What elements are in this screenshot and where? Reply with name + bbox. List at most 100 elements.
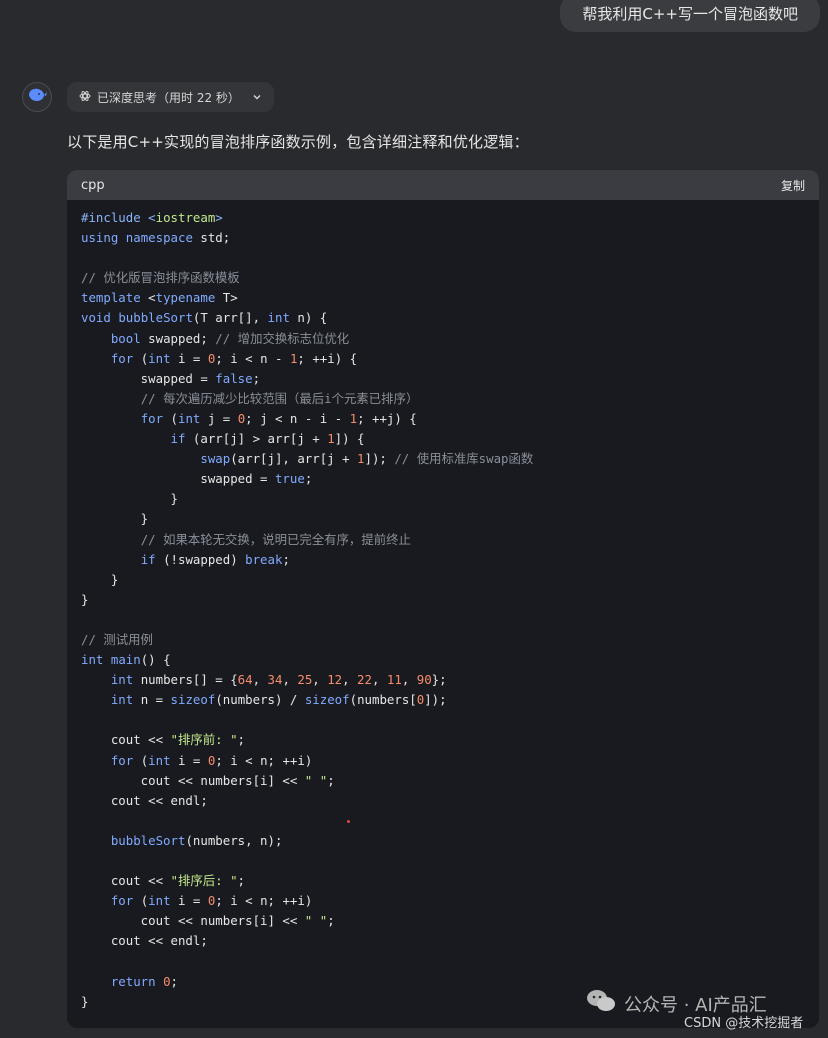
code-token: swap: [200, 451, 231, 467]
deep-thinking-toggle[interactable]: 已深度思考（用时 22 秒）: [67, 82, 274, 112]
code-token: iostream: [155, 210, 216, 225]
code-token: (numbers[: [349, 692, 417, 708]
code-token: bubbleSort: [118, 310, 193, 326]
code-token: ]);: [424, 692, 447, 708]
code-token: int: [148, 752, 171, 768]
code-token: () {: [140, 652, 171, 668]
code-token: 1: [349, 410, 358, 426]
code-token: for: [110, 893, 134, 909]
code-token: for: [110, 752, 134, 768]
code-block: cpp 复制 #include <iostream> using namespac…: [67, 170, 819, 1028]
code-token: int: [81, 652, 104, 668]
code-token: 25: [297, 672, 313, 688]
code-token: ,: [312, 672, 328, 688]
code-token: i =: [170, 350, 208, 366]
code-token: ;: [282, 551, 290, 567]
code-token: >: [215, 210, 223, 225]
code-line: cout << endl;: [81, 931, 819, 951]
code-token: cout << endl;: [81, 792, 208, 808]
code-token: // 增加交换标志位优化: [215, 330, 350, 346]
code-token: swapped =: [81, 471, 275, 487]
code-line: // 测试用例: [81, 630, 819, 650]
code-token: ]) {: [334, 431, 365, 447]
code-line: }: [81, 489, 819, 509]
user-message-bubble: 帮我利用C++写一个冒泡函数吧: [560, 0, 820, 32]
code-line: cout << numbers[i] << " ";: [81, 911, 819, 931]
code-content: #include <iostream> using namespace std; …: [67, 200, 819, 1012]
code-line: }: [81, 570, 819, 590]
code-token: sizeof: [304, 692, 350, 708]
code-token: ;: [237, 732, 246, 748]
code-token: (numbers) /: [215, 692, 305, 708]
code-token: // 每次遍历减少比较范围（最后i个元素已排序）: [140, 390, 419, 406]
code-line: }: [81, 590, 819, 610]
copy-code-button[interactable]: 复制: [781, 177, 805, 194]
code-token: n =: [133, 692, 171, 708]
code-token: T>: [215, 290, 238, 306]
code-token: cout <<: [81, 873, 171, 889]
code-token: " ": [304, 913, 328, 929]
code-token: namespace: [125, 230, 193, 246]
code-token: ,: [342, 672, 358, 688]
code-token: (: [133, 893, 149, 909]
code-token: ]);: [364, 451, 395, 467]
code-token: int: [110, 672, 134, 688]
code-line: for (int i = 0; i < n - 1; ++i) {: [81, 349, 819, 369]
code-line: using namespace std;: [81, 228, 819, 248]
code-line: cout << "排序后: ";: [81, 871, 819, 891]
code-token: }: [81, 571, 119, 587]
code-token: cout << numbers[i] <<: [81, 913, 305, 929]
code-token: swapped =: [81, 370, 216, 386]
assistant-avatar: [22, 82, 52, 112]
code-token: ,: [401, 672, 417, 688]
code-token: 90: [416, 672, 432, 688]
code-line: }: [81, 509, 819, 529]
code-token: ,: [252, 672, 268, 688]
code-token: cout <<: [81, 732, 171, 748]
code-token: j =: [200, 410, 238, 426]
code-token: using: [81, 230, 119, 246]
code-token: void: [81, 310, 111, 326]
chat-page: 帮我利用C++写一个冒泡函数吧 已深度思考（用时 22 秒） 以下是用C++实现…: [0, 0, 828, 1038]
code-token: ;: [252, 370, 261, 386]
code-token: // 使用标准库swap函数: [394, 451, 534, 467]
code-token: }: [81, 491, 178, 507]
code-token: int: [267, 310, 290, 326]
code-language-label: cpp: [81, 177, 105, 193]
think-duration-label: 已深度思考（用时 22 秒）: [97, 90, 240, 105]
code-token: }: [81, 511, 149, 527]
code-token: ;: [327, 913, 335, 929]
code-token: ; i < n; ++i): [215, 893, 313, 909]
code-token: ; ++j) {: [357, 410, 417, 426]
code-token: // 测试用例: [81, 631, 153, 647]
code-token: cout << endl;: [81, 933, 208, 949]
code-token: 1: [357, 451, 365, 467]
code-token: ;: [304, 471, 313, 487]
code-token: }: [81, 591, 89, 607]
code-token: sizeof: [170, 692, 216, 708]
code-token: }: [81, 993, 89, 1009]
code-token: (: [133, 752, 149, 768]
code-line: for (int j = 0; j < n - i - 1; ++j) {: [81, 409, 819, 429]
code-token: bubbleSort: [110, 832, 186, 848]
code-line: cout << "排序前: ";: [81, 730, 819, 750]
code-token: return: [110, 973, 156, 989]
wechat-icon: [586, 988, 616, 1019]
code-token: numbers[] = {: [133, 672, 238, 688]
code-token: // 如果本轮无交换，说明已完全有序，提前终止: [140, 531, 411, 547]
code-line: bubbleSort(numbers, n);: [81, 831, 819, 851]
